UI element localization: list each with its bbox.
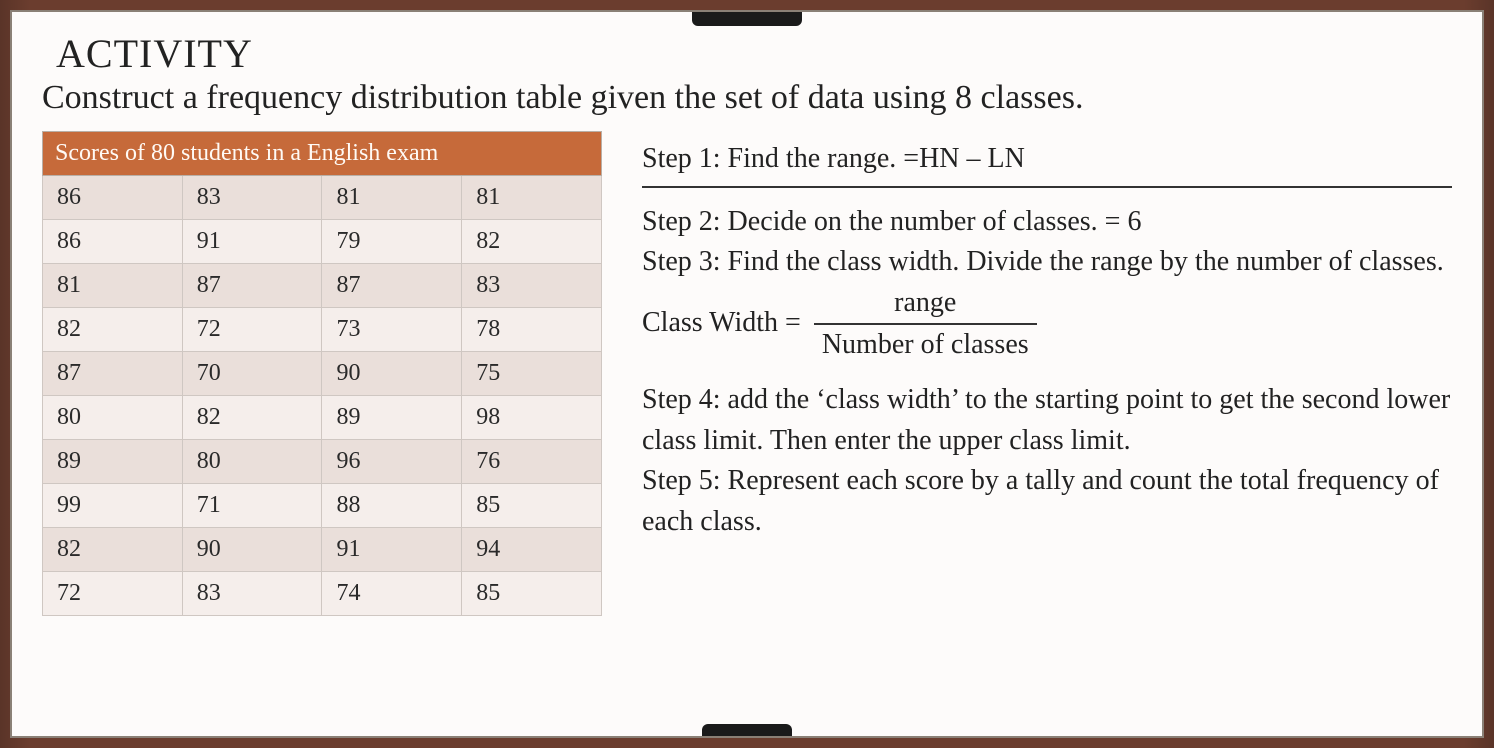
cell: 70 (182, 352, 322, 396)
step-1: Step 1: Find the range. =HN – LN (642, 139, 1452, 188)
cell: 71 (182, 484, 322, 528)
cell: 75 (462, 352, 602, 396)
table-row: 82909194 (43, 528, 602, 572)
cell: 86 (43, 176, 183, 220)
cell: 83 (182, 572, 322, 616)
cell: 98 (462, 396, 602, 440)
cell: 76 (462, 440, 602, 484)
cell: 81 (322, 176, 462, 220)
cell: 82 (43, 308, 183, 352)
step-2: Step 2: Decide on the number of classes.… (642, 202, 1452, 243)
scores-table: Scores of 80 students in a English exam … (42, 131, 602, 616)
binder-tab-top (692, 12, 802, 26)
cell: 72 (182, 308, 322, 352)
fraction-denominator: Number of classes (814, 325, 1037, 366)
step-3: Step 3: Find the class width. Divide the… (642, 242, 1452, 283)
cell: 90 (322, 352, 462, 396)
table-row: 87709075 (43, 352, 602, 396)
table-row: 82727378 (43, 308, 602, 352)
table-row: 72837485 (43, 572, 602, 616)
activity-subheading: Construct a frequency distribution table… (42, 79, 1452, 117)
activity-heading: ACTIVITY (56, 30, 1452, 77)
cell: 83 (182, 176, 322, 220)
step-4: Step 4: add the ‘class width’ to the sta… (642, 380, 1452, 461)
slide-card: ACTIVITY Construct a frequency distribut… (10, 10, 1484, 738)
table-body: 86838181 86917982 81878783 82727378 8770… (43, 176, 602, 616)
cell: 94 (462, 528, 602, 572)
cell: 85 (462, 572, 602, 616)
cell: 73 (322, 308, 462, 352)
binder-tab-bottom (702, 724, 792, 736)
class-width-formula: Class Width = range Number of classes (642, 283, 1452, 366)
table-title: Scores of 80 students in a English exam (43, 132, 602, 176)
table-row: 89809676 (43, 440, 602, 484)
cell: 87 (182, 264, 322, 308)
cell: 74 (322, 572, 462, 616)
cell: 89 (43, 440, 183, 484)
fraction: range Number of classes (814, 283, 1037, 366)
cell: 82 (43, 528, 183, 572)
table-row: 80828998 (43, 396, 602, 440)
step-5: Step 5: Represent each score by a tally … (642, 461, 1452, 542)
cell: 82 (182, 396, 322, 440)
cell: 90 (182, 528, 322, 572)
cell: 78 (462, 308, 602, 352)
fraction-numerator: range (814, 283, 1037, 326)
cell: 83 (462, 264, 602, 308)
cell: 85 (462, 484, 602, 528)
cell: 79 (322, 220, 462, 264)
class-width-label: Class Width = (642, 307, 801, 338)
cell: 81 (43, 264, 183, 308)
cell: 80 (182, 440, 322, 484)
table-row: 81878783 (43, 264, 602, 308)
cell: 89 (322, 396, 462, 440)
cell: 96 (322, 440, 462, 484)
table-row: 86917982 (43, 220, 602, 264)
cell: 87 (322, 264, 462, 308)
table-row: 86838181 (43, 176, 602, 220)
cell: 82 (462, 220, 602, 264)
cell: 86 (43, 220, 183, 264)
steps-panel: Step 1: Find the range. =HN – LN Step 2:… (642, 131, 1452, 542)
cell: 81 (462, 176, 602, 220)
cell: 80 (43, 396, 183, 440)
cell: 91 (322, 528, 462, 572)
cell: 87 (43, 352, 183, 396)
cell: 72 (43, 572, 183, 616)
content-row: Scores of 80 students in a English exam … (42, 131, 1452, 616)
cell: 91 (182, 220, 322, 264)
table-row: 99718885 (43, 484, 602, 528)
cell: 99 (43, 484, 183, 528)
cell: 88 (322, 484, 462, 528)
